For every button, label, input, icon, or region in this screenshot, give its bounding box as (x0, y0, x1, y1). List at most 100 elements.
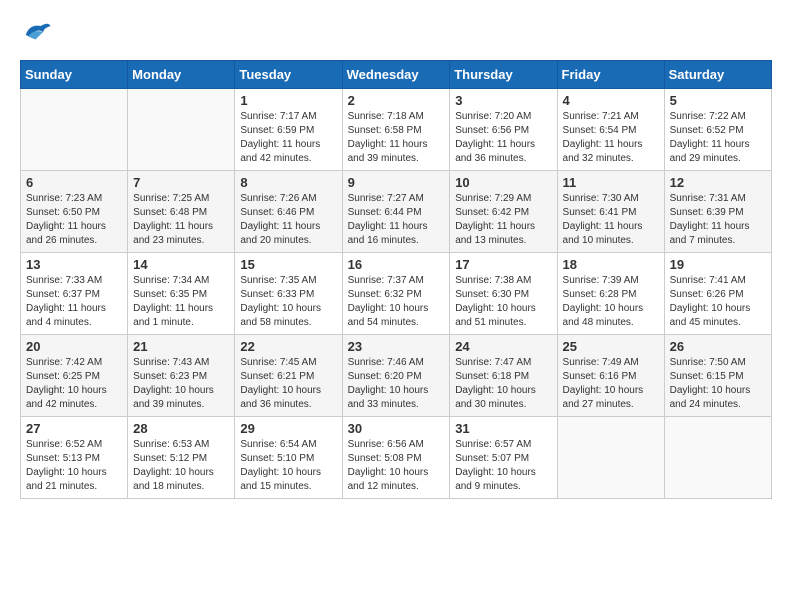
day-number: 25 (563, 339, 659, 354)
header-thursday: Thursday (450, 61, 557, 89)
logo (20, 20, 52, 44)
logo-bird-icon (22, 20, 52, 44)
page-header (20, 20, 772, 44)
day-info: Sunrise: 7:25 AMSunset: 6:48 PMDaylight:… (133, 192, 229, 248)
day-info: Sunrise: 7:21 AMSunset: 6:54 PMDaylight:… (563, 110, 659, 166)
day-info: Sunrise: 7:39 AMSunset: 6:28 PMDaylight:… (563, 274, 659, 330)
calendar-cell: 28 Sunrise: 6:53 AMSunset: 5:12 PMDayligh… (128, 417, 235, 499)
day-number: 16 (348, 257, 445, 272)
header-wednesday: Wednesday (342, 61, 450, 89)
day-info: Sunrise: 7:18 AMSunset: 6:58 PMDaylight:… (348, 110, 445, 166)
calendar-cell: 18 Sunrise: 7:39 AMSunset: 6:28 PMDayligh… (557, 253, 664, 335)
day-number: 6 (26, 175, 122, 190)
calendar-cell: 23 Sunrise: 7:46 AMSunset: 6:20 PMDayligh… (342, 335, 450, 417)
calendar-week-5: 27 Sunrise: 6:52 AMSunset: 5:13 PMDayligh… (21, 417, 772, 499)
day-number: 24 (455, 339, 551, 354)
calendar-cell: 22 Sunrise: 7:45 AMSunset: 6:21 PMDayligh… (235, 335, 342, 417)
day-info: Sunrise: 7:20 AMSunset: 6:56 PMDaylight:… (455, 110, 551, 166)
calendar-table: SundayMondayTuesdayWednesdayThursdayFrid… (20, 60, 772, 499)
calendar-cell: 30 Sunrise: 6:56 AMSunset: 5:08 PMDayligh… (342, 417, 450, 499)
calendar-cell: 25 Sunrise: 7:49 AMSunset: 6:16 PMDayligh… (557, 335, 664, 417)
header-tuesday: Tuesday (235, 61, 342, 89)
day-number: 18 (563, 257, 659, 272)
calendar-cell: 21Sunrise: 7:43 AMSunset: 6:23 PMDayligh… (128, 335, 235, 417)
day-number: 9 (348, 175, 445, 190)
calendar-cell: 3Sunrise: 7:20 AMSunset: 6:56 PMDaylight… (450, 89, 557, 171)
day-number: 12 (670, 175, 766, 190)
day-number: 31 (455, 421, 551, 436)
calendar-cell: 7 Sunrise: 7:25 AMSunset: 6:48 PMDaylight… (128, 171, 235, 253)
day-number: 5 (670, 93, 766, 108)
calendar-cell: 6 Sunrise: 7:23 AMSunset: 6:50 PMDaylight… (21, 171, 128, 253)
day-info: Sunrise: 7:37 AMSunset: 6:32 PMDaylight:… (348, 274, 445, 330)
calendar-cell: 29Sunrise: 6:54 AMSunset: 5:10 PMDayligh… (235, 417, 342, 499)
calendar-cell (21, 89, 128, 171)
day-info: Sunrise: 6:53 AMSunset: 5:12 PMDaylight:… (133, 438, 229, 494)
calendar-cell (128, 89, 235, 171)
day-info: Sunrise: 7:17 AMSunset: 6:59 PMDaylight:… (240, 110, 336, 166)
day-info: Sunrise: 7:45 AMSunset: 6:21 PMDaylight:… (240, 356, 336, 412)
day-number: 26 (670, 339, 766, 354)
day-info: Sunrise: 6:56 AMSunset: 5:08 PMDaylight:… (348, 438, 445, 494)
day-number: 11 (563, 175, 659, 190)
day-number: 4 (563, 93, 659, 108)
day-number: 28 (133, 421, 229, 436)
calendar-week-1: 1Sunrise: 7:17 AMSunset: 6:59 PMDaylight… (21, 89, 772, 171)
day-info: Sunrise: 7:29 AMSunset: 6:42 PMDaylight:… (455, 192, 551, 248)
day-info: Sunrise: 7:49 AMSunset: 6:16 PMDaylight:… (563, 356, 659, 412)
day-info: Sunrise: 7:22 AMSunset: 6:52 PMDaylight:… (670, 110, 766, 166)
calendar-cell: 26 Sunrise: 7:50 AMSunset: 6:15 PMDayligh… (664, 335, 771, 417)
day-info: Sunrise: 7:23 AMSunset: 6:50 PMDaylight:… (26, 192, 122, 248)
day-number: 15 (240, 257, 336, 272)
day-number: 17 (455, 257, 551, 272)
calendar-header-row: SundayMondayTuesdayWednesdayThursdayFrid… (21, 61, 772, 89)
calendar-cell: 20Sunrise: 7:42 AMSunset: 6:25 PMDayligh… (21, 335, 128, 417)
calendar-week-4: 20Sunrise: 7:42 AMSunset: 6:25 PMDayligh… (21, 335, 772, 417)
calendar-cell: 14Sunrise: 7:34 AMSunset: 6:35 PMDayligh… (128, 253, 235, 335)
day-number: 30 (348, 421, 445, 436)
calendar-cell: 4 Sunrise: 7:21 AMSunset: 6:54 PMDaylight… (557, 89, 664, 171)
day-number: 14 (133, 257, 229, 272)
calendar-cell: 16 Sunrise: 7:37 AMSunset: 6:32 PMDayligh… (342, 253, 450, 335)
calendar-cell: 17 Sunrise: 7:38 AMSunset: 6:30 PMDayligh… (450, 253, 557, 335)
calendar-cell: 5 Sunrise: 7:22 AMSunset: 6:52 PMDaylight… (664, 89, 771, 171)
day-info: Sunrise: 7:26 AMSunset: 6:46 PMDaylight:… (240, 192, 336, 248)
calendar-week-2: 6 Sunrise: 7:23 AMSunset: 6:50 PMDaylight… (21, 171, 772, 253)
calendar-cell: 11 Sunrise: 7:30 AMSunset: 6:41 PMDayligh… (557, 171, 664, 253)
day-info: Sunrise: 7:42 AMSunset: 6:25 PMDaylight:… (26, 356, 122, 412)
day-info: Sunrise: 7:41 AMSunset: 6:26 PMDaylight:… (670, 274, 766, 330)
day-number: 22 (240, 339, 336, 354)
calendar-cell: 13Sunrise: 7:33 AMSunset: 6:37 PMDayligh… (21, 253, 128, 335)
day-info: Sunrise: 6:57 AMSunset: 5:07 PMDaylight:… (455, 438, 551, 494)
day-info: Sunrise: 6:52 AMSunset: 5:13 PMDaylight:… (26, 438, 122, 494)
header-sunday: Sunday (21, 61, 128, 89)
day-info: Sunrise: 7:38 AMSunset: 6:30 PMDaylight:… (455, 274, 551, 330)
calendar-cell: 31 Sunrise: 6:57 AMSunset: 5:07 PMDayligh… (450, 417, 557, 499)
header-saturday: Saturday (664, 61, 771, 89)
day-info: Sunrise: 7:35 AMSunset: 6:33 PMDaylight:… (240, 274, 336, 330)
day-number: 27 (26, 421, 122, 436)
day-info: Sunrise: 7:30 AMSunset: 6:41 PMDaylight:… (563, 192, 659, 248)
header-monday: Monday (128, 61, 235, 89)
day-number: 7 (133, 175, 229, 190)
day-number: 10 (455, 175, 551, 190)
calendar-cell: 15 Sunrise: 7:35 AMSunset: 6:33 PMDayligh… (235, 253, 342, 335)
calendar-cell: 12 Sunrise: 7:31 AMSunset: 6:39 PMDayligh… (664, 171, 771, 253)
day-number: 23 (348, 339, 445, 354)
calendar-cell (664, 417, 771, 499)
day-number: 8 (240, 175, 336, 190)
calendar-cell: 9 Sunrise: 7:27 AMSunset: 6:44 PMDaylight… (342, 171, 450, 253)
day-info: Sunrise: 7:46 AMSunset: 6:20 PMDaylight:… (348, 356, 445, 412)
calendar-cell: 1Sunrise: 7:17 AMSunset: 6:59 PMDaylight… (235, 89, 342, 171)
day-info: Sunrise: 7:43 AMSunset: 6:23 PMDaylight:… (133, 356, 229, 412)
calendar-week-3: 13Sunrise: 7:33 AMSunset: 6:37 PMDayligh… (21, 253, 772, 335)
day-number: 29 (240, 421, 336, 436)
day-info: Sunrise: 7:33 AMSunset: 6:37 PMDaylight:… (26, 274, 122, 330)
day-info: Sunrise: 7:47 AMSunset: 6:18 PMDaylight:… (455, 356, 551, 412)
day-number: 2 (348, 93, 445, 108)
calendar-cell: 2 Sunrise: 7:18 AMSunset: 6:58 PMDaylight… (342, 89, 450, 171)
day-info: Sunrise: 7:27 AMSunset: 6:44 PMDaylight:… (348, 192, 445, 248)
day-info: Sunrise: 7:31 AMSunset: 6:39 PMDaylight:… (670, 192, 766, 248)
day-info: Sunrise: 7:50 AMSunset: 6:15 PMDaylight:… (670, 356, 766, 412)
header-friday: Friday (557, 61, 664, 89)
